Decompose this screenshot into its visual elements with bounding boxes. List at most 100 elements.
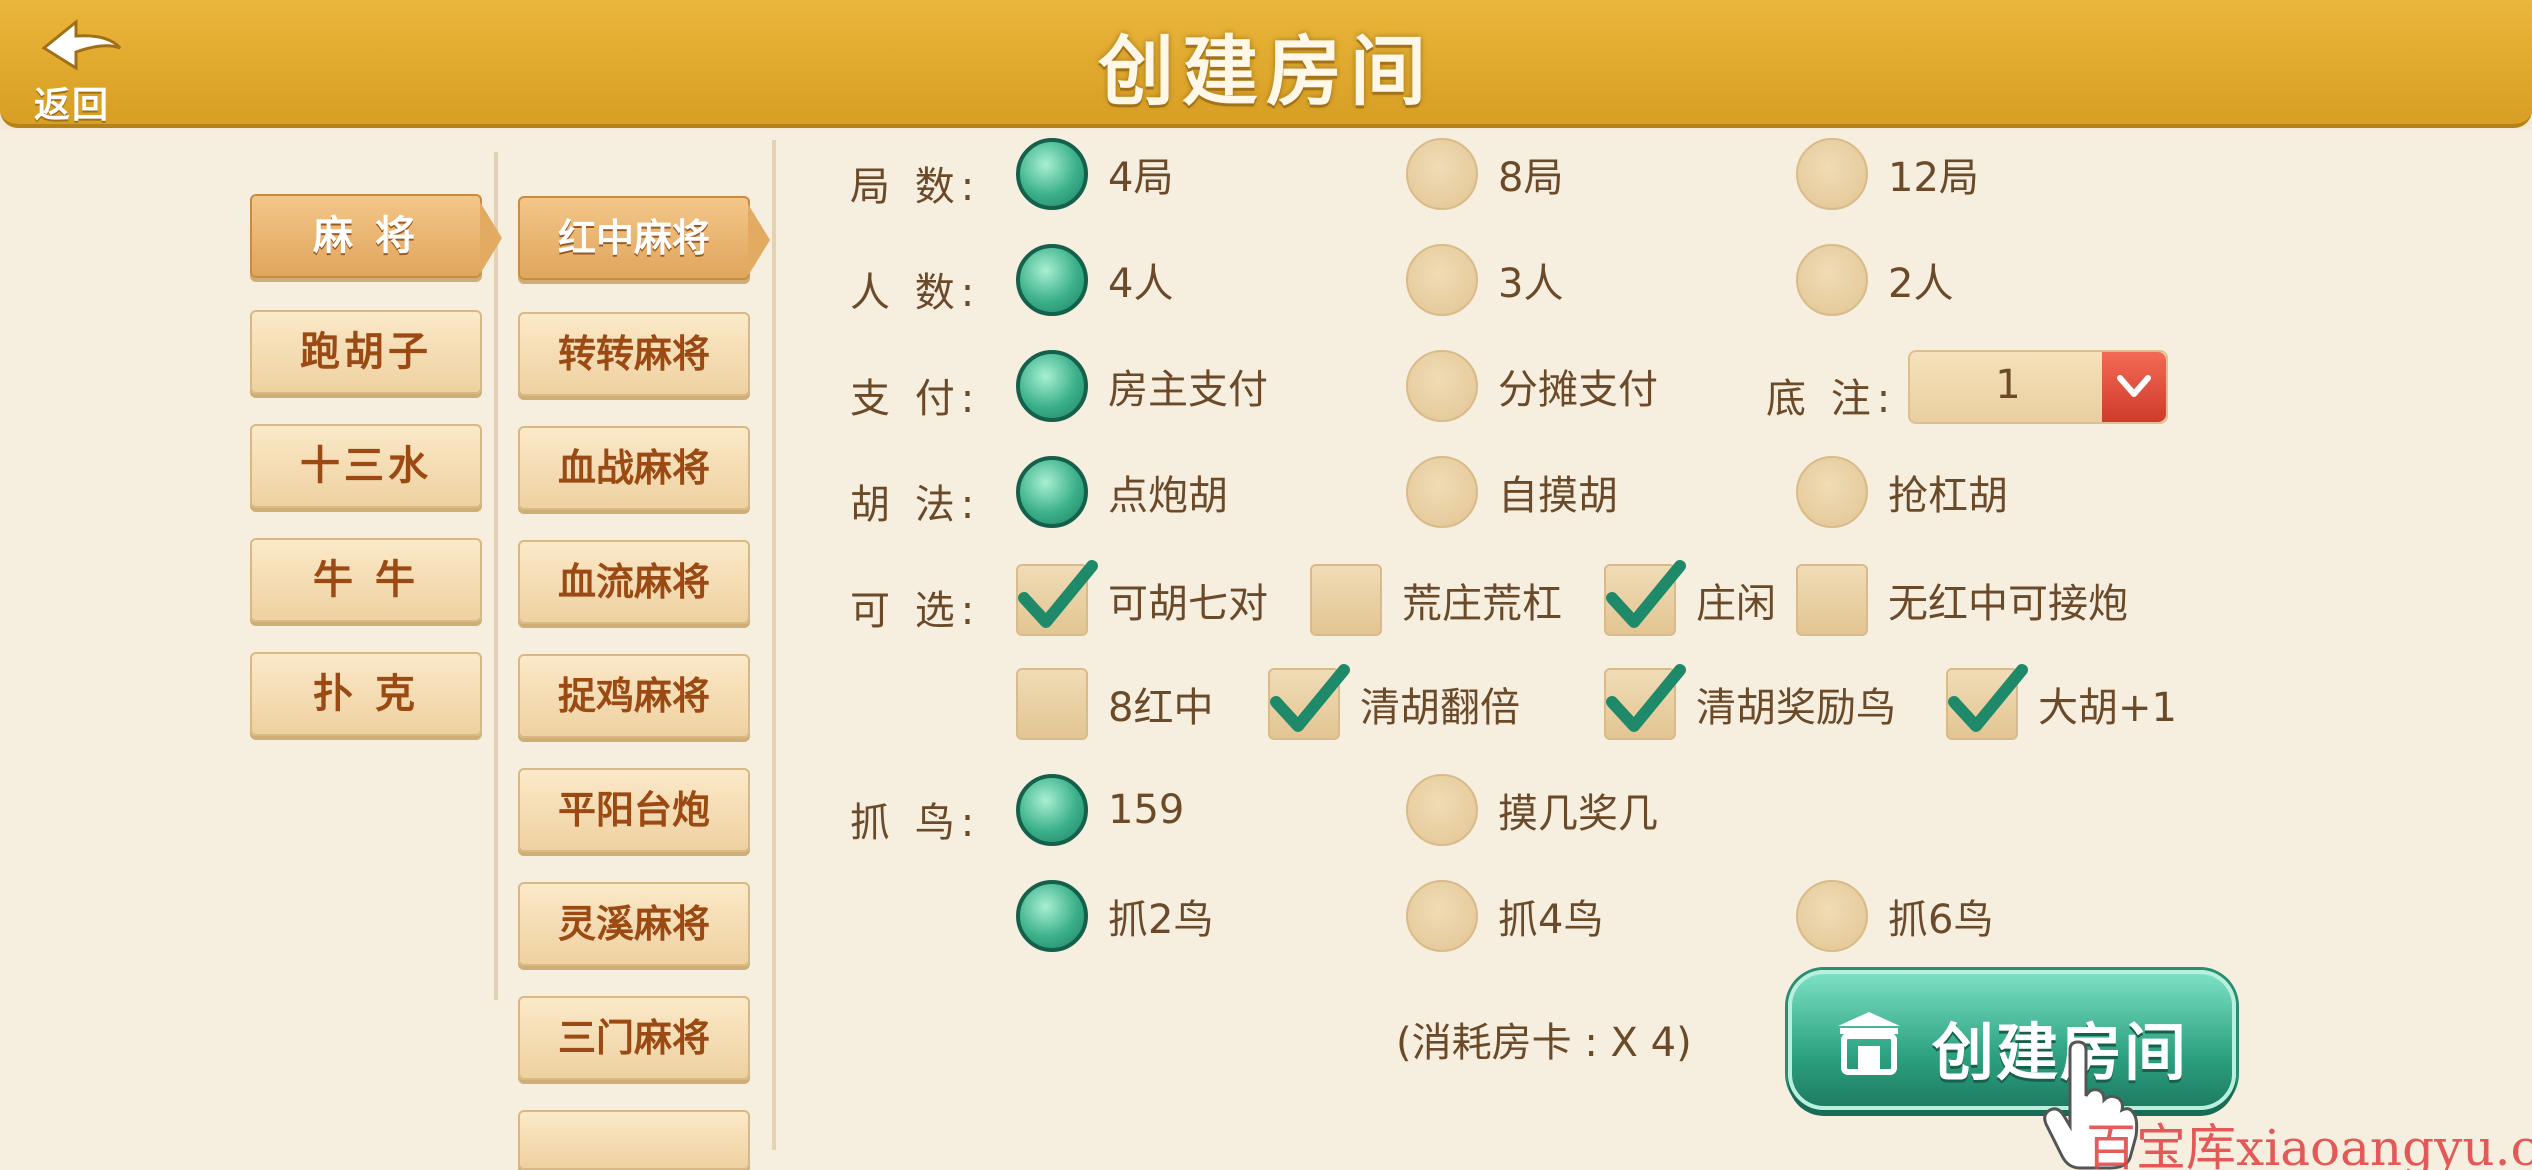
radio-rounds-4[interactable]: 4局 xyxy=(1016,134,1173,214)
option-label: 12局 xyxy=(1888,155,1979,201)
variant-hongzhong[interactable]: 红中麻将 xyxy=(518,196,770,280)
radio-bird-6[interactable]: 抓6鸟 xyxy=(1796,876,1993,956)
variant-more[interactable] xyxy=(518,1110,750,1170)
option-label: 分摊支付 xyxy=(1498,367,1658,413)
checkbox[interactable] xyxy=(1796,564,1868,636)
base-bet-value: 1 xyxy=(1995,362,2021,408)
category-poker[interactable]: 扑 克 xyxy=(250,652,482,736)
category-paohuzi[interactable]: 跑胡子 xyxy=(250,310,482,394)
label-optional: 可 选: xyxy=(850,588,981,634)
radio-button[interactable] xyxy=(1796,880,1868,952)
checkbox[interactable] xyxy=(1016,668,1088,740)
checkmark-icon xyxy=(1606,664,1686,732)
category-shisanshui[interactable]: 十三水 xyxy=(250,424,482,508)
check-qinghu-bird[interactable]: 清胡奖励鸟 xyxy=(1604,664,1896,744)
checkmark-icon xyxy=(1606,560,1686,628)
variant-zhuoji[interactable]: 捉鸡麻将 xyxy=(518,654,750,738)
radio-button[interactable] xyxy=(1796,456,1868,528)
option-label: 可胡七对 xyxy=(1108,581,1268,627)
variant-sanmen[interactable]: 三门麻将 xyxy=(518,996,750,1080)
check-qinghu-double[interactable]: 清胡翻倍 xyxy=(1268,664,1520,744)
label-players: 人 数: xyxy=(850,270,981,316)
checkbox[interactable] xyxy=(1604,664,1686,740)
option-label: 抢杠胡 xyxy=(1888,473,2008,519)
radio-button[interactable] xyxy=(1016,774,1088,846)
radio-bird-mojijiangji[interactable]: 摸几奖几 xyxy=(1406,770,1658,850)
radio-rounds-12[interactable]: 12局 xyxy=(1796,134,1979,214)
radio-button[interactable] xyxy=(1016,244,1088,316)
page-title: 创建房间 xyxy=(1098,27,1434,116)
variant-pingyang[interactable]: 平阳台炮 xyxy=(518,768,750,852)
radio-players-2[interactable]: 2人 xyxy=(1796,240,1953,320)
radio-bird-159[interactable]: 159 xyxy=(1016,770,1184,850)
check-dahu-plus1[interactable]: 大胡+1 xyxy=(1946,664,2177,744)
checkmark-icon xyxy=(1270,664,1350,732)
label-win-rule: 胡 法: xyxy=(850,482,981,528)
label-rounds: 局 数: xyxy=(850,164,981,210)
checkbox[interactable] xyxy=(1604,560,1686,636)
category-mahjong[interactable]: 麻 将 xyxy=(250,194,502,278)
option-label: 抓6鸟 xyxy=(1888,897,1994,943)
room-card-cost: (消耗房卡 : X 4) xyxy=(1396,1020,1692,1066)
checkbox[interactable] xyxy=(1016,560,1098,636)
option-label: 荒庄荒杠 xyxy=(1402,581,1562,627)
radio-button[interactable] xyxy=(1406,138,1478,210)
option-label: 4局 xyxy=(1108,155,1174,201)
dropdown-button[interactable] xyxy=(2102,352,2166,422)
check-qidui[interactable]: 可胡七对 xyxy=(1016,560,1268,640)
check-zhuangxian[interactable]: 庄闲 xyxy=(1604,560,1776,640)
option-label: 清胡奖励鸟 xyxy=(1696,685,1896,731)
option-label: 房主支付 xyxy=(1108,367,1268,413)
option-label: 无红中可接炮 xyxy=(1888,581,2128,627)
radio-rounds-8[interactable]: 8局 xyxy=(1406,134,1563,214)
radio-button[interactable] xyxy=(1796,138,1868,210)
checkbox[interactable] xyxy=(1310,564,1382,636)
option-label: 摸几奖几 xyxy=(1498,791,1658,837)
chevron-down-icon xyxy=(2117,375,2151,397)
checkmark-icon xyxy=(1948,664,2028,732)
radio-players-3[interactable]: 3人 xyxy=(1406,240,1563,320)
option-label: 大胡+1 xyxy=(2038,685,2177,731)
radio-button[interactable] xyxy=(1016,350,1088,422)
base-bet-select[interactable]: 1 xyxy=(1908,350,2168,424)
option-label: 8红中 xyxy=(1108,685,1214,731)
divider xyxy=(772,140,776,1150)
check-no-hongzhong[interactable]: 无红中可接炮 xyxy=(1796,560,2128,640)
variant-zhuanzhuan[interactable]: 转转麻将 xyxy=(518,312,750,396)
radio-players-4[interactable]: 4人 xyxy=(1016,240,1173,320)
create-room-button[interactable]: 创建房间 xyxy=(1788,970,2236,1110)
radio-button[interactable] xyxy=(1406,774,1478,846)
watermark: 百宝库xiaoangyu.cn xyxy=(2086,1119,2532,1170)
radio-button[interactable] xyxy=(1016,456,1088,528)
radio-bird-4[interactable]: 抓4鸟 xyxy=(1406,876,1603,956)
check-huangzhuang[interactable]: 荒庄荒杠 xyxy=(1310,560,1562,640)
radio-button[interactable] xyxy=(1796,244,1868,316)
checkbox[interactable] xyxy=(1946,664,2028,740)
divider xyxy=(494,152,498,1000)
variant-xuezhan[interactable]: 血战麻将 xyxy=(518,426,750,510)
variant-xueliu[interactable]: 血流麻将 xyxy=(518,540,750,624)
house-icon xyxy=(1838,1012,1900,1075)
check-8hongzhong[interactable]: 8红中 xyxy=(1016,664,1213,744)
radio-win-qianggang[interactable]: 抢杠胡 xyxy=(1796,452,2008,532)
option-label: 清胡翻倍 xyxy=(1360,685,1520,731)
radio-button[interactable] xyxy=(1016,880,1088,952)
option-label: 4人 xyxy=(1108,261,1174,307)
header-bar: 返回 创建房间 xyxy=(0,0,2532,128)
option-label: 2人 xyxy=(1888,261,1954,307)
category-niuniu[interactable]: 牛 牛 xyxy=(250,538,482,622)
label-bird: 抓 鸟: xyxy=(850,800,981,846)
option-label: 抓2鸟 xyxy=(1108,897,1214,943)
radio-win-zimo[interactable]: 自摸胡 xyxy=(1406,452,1618,532)
radio-button[interactable] xyxy=(1406,880,1478,952)
radio-button[interactable] xyxy=(1016,138,1088,210)
variant-lingxi[interactable]: 灵溪麻将 xyxy=(518,882,750,966)
checkbox[interactable] xyxy=(1268,664,1350,740)
radio-win-dianpao[interactable]: 点炮胡 xyxy=(1016,452,1228,532)
radio-button[interactable] xyxy=(1406,244,1478,316)
radio-button[interactable] xyxy=(1406,350,1478,422)
radio-payment-split[interactable]: 分摊支付 xyxy=(1406,346,1658,426)
radio-bird-2[interactable]: 抓2鸟 xyxy=(1016,876,1213,956)
radio-button[interactable] xyxy=(1406,456,1478,528)
radio-payment-host[interactable]: 房主支付 xyxy=(1016,346,1268,426)
